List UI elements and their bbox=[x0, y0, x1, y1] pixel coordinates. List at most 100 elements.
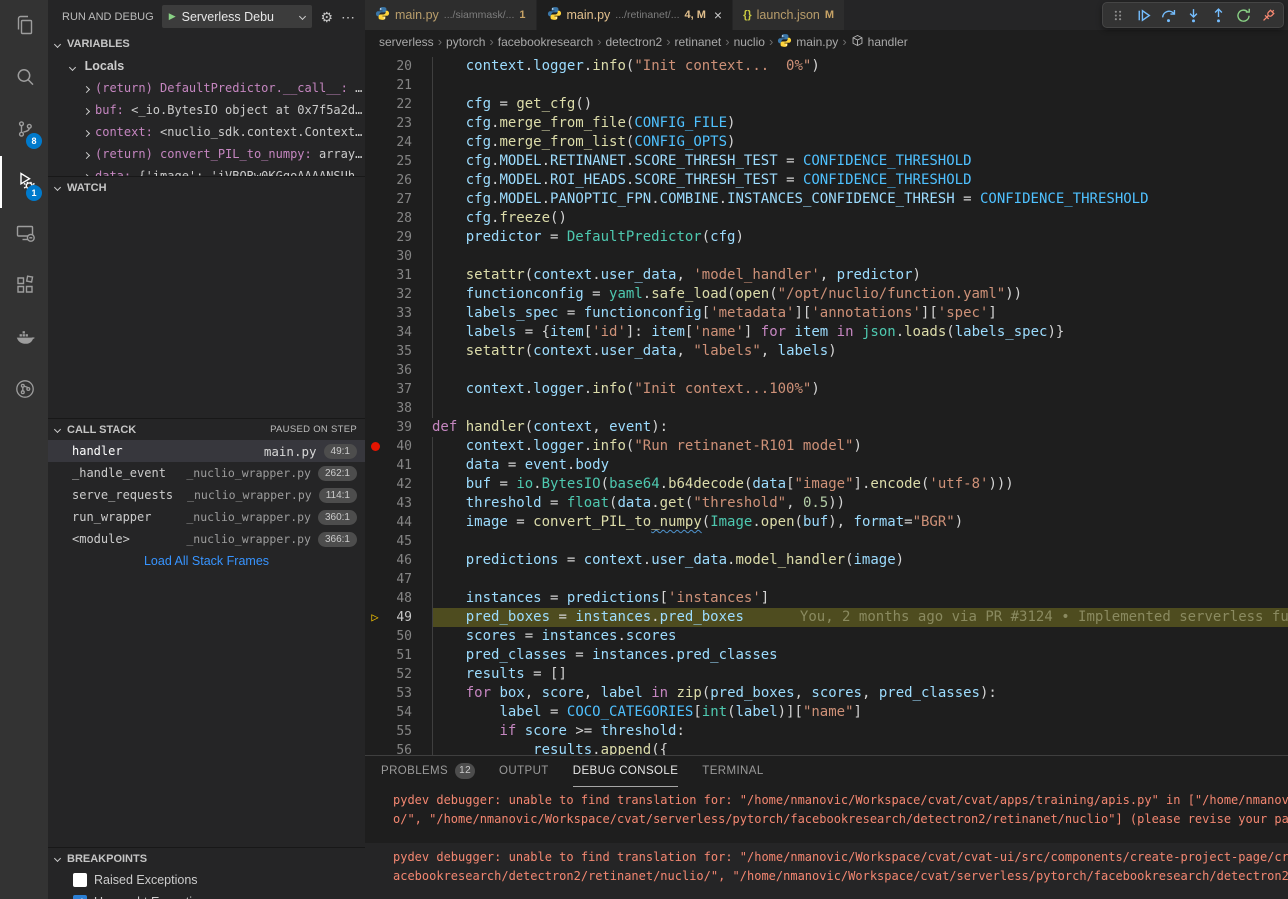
restart-button[interactable] bbox=[1231, 3, 1255, 27]
call-stack-section-header[interactable]: CALL STACK PAUSED ON STEP bbox=[48, 418, 365, 440]
stack-frame[interactable]: <module>_nuclio_wrapper.py366:1 bbox=[48, 528, 365, 550]
activity-item-explorer[interactable] bbox=[0, 0, 48, 52]
breakpoint-gutter[interactable] bbox=[365, 684, 385, 703]
gripper-icon[interactable] bbox=[1106, 3, 1130, 27]
tab-main.py[interactable]: main.py.../retinanet/...4, M× bbox=[537, 0, 734, 30]
breakpoint-gutter[interactable]: ▷ bbox=[365, 608, 385, 627]
code-line[interactable]: 56 results.append({ bbox=[365, 741, 1288, 755]
debug-console-output[interactable]: pydev debugger: unable to find translati… bbox=[365, 787, 1288, 899]
code-line[interactable]: 20 context.logger.info("Init context... … bbox=[365, 57, 1288, 76]
code-line[interactable]: 27 cfg.MODEL.PANOPTIC_FPN.COMBINE.INSTAN… bbox=[365, 190, 1288, 209]
breakpoint-gutter[interactable] bbox=[365, 722, 385, 741]
panel-tab-problems[interactable]: PROBLEMS12 bbox=[381, 756, 475, 787]
activity-item-remote-explorer[interactable] bbox=[0, 208, 48, 260]
code-line[interactable]: 38 bbox=[365, 399, 1288, 418]
code-line[interactable]: 36 bbox=[365, 361, 1288, 380]
breadcrumb-item[interactable]: handler bbox=[851, 34, 908, 50]
breadcrumb-item[interactable]: detectron2 bbox=[605, 35, 662, 49]
step-out-button[interactable] bbox=[1206, 3, 1230, 27]
breakpoint-gutter[interactable] bbox=[365, 437, 385, 456]
breakpoint-gutter[interactable] bbox=[365, 627, 385, 646]
breakpoint-gutter[interactable] bbox=[365, 513, 385, 532]
watch-section-header[interactable]: WATCH bbox=[48, 176, 365, 198]
breakpoint-gutter[interactable] bbox=[365, 247, 385, 266]
tab-main.py[interactable]: main.py.../siammask/...1 bbox=[365, 0, 537, 30]
breakpoint-gutter[interactable] bbox=[365, 570, 385, 589]
breakpoint-gutter[interactable] bbox=[365, 456, 385, 475]
checkbox-unchecked[interactable] bbox=[73, 873, 87, 887]
code-line[interactable]: 54 label = COCO_CATEGORIES[int(label)]["… bbox=[365, 703, 1288, 722]
code-line[interactable]: 39def handler(context, event): bbox=[365, 418, 1288, 437]
tab-launch.json[interactable]: {}launch.jsonM bbox=[733, 0, 845, 30]
variable-row[interactable]: data: {'image': 'iVBORw0KGgoAAAANSUhE… bbox=[48, 165, 365, 176]
breakpoint-gutter[interactable] bbox=[365, 494, 385, 513]
disconnect-button[interactable] bbox=[1256, 3, 1280, 27]
load-all-stack-frames-link[interactable]: Load All Stack Frames bbox=[48, 550, 365, 572]
activity-item-search[interactable] bbox=[0, 52, 48, 104]
activity-item-docker[interactable] bbox=[0, 312, 48, 364]
breakpoint-gutter[interactable] bbox=[365, 665, 385, 684]
breakpoint-gutter[interactable] bbox=[365, 418, 385, 437]
breadcrumb-item[interactable]: serverless bbox=[379, 35, 434, 49]
code-line[interactable]: 51 pred_classes = instances.pred_classes bbox=[365, 646, 1288, 665]
code-line[interactable]: 30 bbox=[365, 247, 1288, 266]
breakpoint-gutter[interactable] bbox=[365, 703, 385, 722]
breakpoint-gutter[interactable] bbox=[365, 190, 385, 209]
code-line[interactable]: 34 labels = {item['id']: item['name'] fo… bbox=[365, 323, 1288, 342]
code-line[interactable]: 55 if score >= threshold: bbox=[365, 722, 1288, 741]
panel-tab-debug-console[interactable]: DEBUG CONSOLE bbox=[573, 756, 679, 787]
breakpoint-gutter[interactable] bbox=[365, 266, 385, 285]
stack-frame[interactable]: serve_requests_nuclio_wrapper.py114:1 bbox=[48, 484, 365, 506]
step-over-button[interactable] bbox=[1156, 3, 1180, 27]
variable-row[interactable]: (return) DefaultPredictor.__call__: {'in… bbox=[48, 77, 365, 99]
variables-scope-locals[interactable]: Locals bbox=[48, 55, 365, 77]
code-line[interactable]: 47 bbox=[365, 570, 1288, 589]
code-line[interactable]: 25 cfg.MODEL.RETINANET.SCORE_THRESH_TEST… bbox=[365, 152, 1288, 171]
code-line[interactable]: 22 cfg = get_cfg() bbox=[365, 95, 1288, 114]
code-line[interactable]: 26 cfg.MODEL.ROI_HEADS.SCORE_THRESH_TEST… bbox=[365, 171, 1288, 190]
code-line[interactable]: 41 data = event.body bbox=[365, 456, 1288, 475]
code-line[interactable]: 21 bbox=[365, 76, 1288, 95]
activity-item-run-and-debug[interactable]: 1 bbox=[0, 156, 48, 208]
breakpoint-gutter[interactable] bbox=[365, 380, 385, 399]
code-line[interactable]: ▷49 pred_boxes = instances.pred_boxesYou… bbox=[365, 608, 1288, 627]
code-line[interactable]: 40 context.logger.info("Run retinanet-R1… bbox=[365, 437, 1288, 456]
stack-frame[interactable]: run_wrapper_nuclio_wrapper.py360:1 bbox=[48, 506, 365, 528]
breakpoint-gutter[interactable] bbox=[365, 342, 385, 361]
code-line[interactable]: 42 buf = io.BytesIO(base64.b64decode(dat… bbox=[365, 475, 1288, 494]
breakpoint-gutter[interactable] bbox=[365, 228, 385, 247]
breakpoint-gutter[interactable] bbox=[365, 589, 385, 608]
breakpoints-section-header[interactable]: BREAKPOINTS bbox=[48, 847, 365, 869]
code-line[interactable]: 33 labels_spec = functionconfig['metadat… bbox=[365, 304, 1288, 323]
breakpoint-gutter[interactable] bbox=[365, 323, 385, 342]
code-line[interactable]: 48 instances = predictions['instances'] bbox=[365, 589, 1288, 608]
code-line[interactable]: 32 functionconfig = yaml.safe_load(open(… bbox=[365, 285, 1288, 304]
launch-config-dropdown[interactable]: ▶ Serverless Debu bbox=[162, 5, 313, 28]
step-into-button[interactable] bbox=[1181, 3, 1205, 27]
more-actions-icon[interactable]: ⋯ bbox=[341, 10, 355, 24]
code-line[interactable]: 46 predictions = context.user_data.model… bbox=[365, 551, 1288, 570]
breakpoint-gutter[interactable] bbox=[365, 361, 385, 380]
checkbox-checked[interactable]: ✓ bbox=[73, 895, 87, 899]
code-line[interactable]: 37 context.logger.info("Init context...1… bbox=[365, 380, 1288, 399]
breadcrumb-item[interactable]: nuclio bbox=[734, 35, 765, 49]
continue-button[interactable] bbox=[1131, 3, 1155, 27]
close-icon[interactable]: × bbox=[714, 8, 722, 22]
breakpoint-row[interactable]: Raised Exceptions bbox=[48, 869, 365, 891]
breakpoint-gutter[interactable] bbox=[365, 209, 385, 228]
start-debug-icon[interactable]: ▶ bbox=[169, 12, 176, 21]
breakpoint-gutter[interactable] bbox=[365, 532, 385, 551]
code-line[interactable]: 24 cfg.merge_from_list(CONFIG_OPTS) bbox=[365, 133, 1288, 152]
gear-icon[interactable]: ⚙ bbox=[320, 10, 333, 24]
variable-row[interactable]: context: <nuclio_sdk.context.Context obj… bbox=[48, 121, 365, 143]
breakpoint-gutter[interactable] bbox=[365, 475, 385, 494]
code-line[interactable]: 45 bbox=[365, 532, 1288, 551]
panel-tab-output[interactable]: OUTPUT bbox=[499, 756, 549, 787]
breakpoint-gutter[interactable] bbox=[365, 133, 385, 152]
breakpoint-gutter[interactable] bbox=[365, 76, 385, 95]
code-editor[interactable]: 20 context.logger.info("Init context... … bbox=[365, 53, 1288, 755]
breakpoint-gutter[interactable] bbox=[365, 152, 385, 171]
code-line[interactable]: 53 for box, score, label in zip(pred_box… bbox=[365, 684, 1288, 703]
breakpoint-gutter[interactable] bbox=[365, 171, 385, 190]
code-line[interactable]: 43 threshold = float(data.get("threshold… bbox=[365, 494, 1288, 513]
